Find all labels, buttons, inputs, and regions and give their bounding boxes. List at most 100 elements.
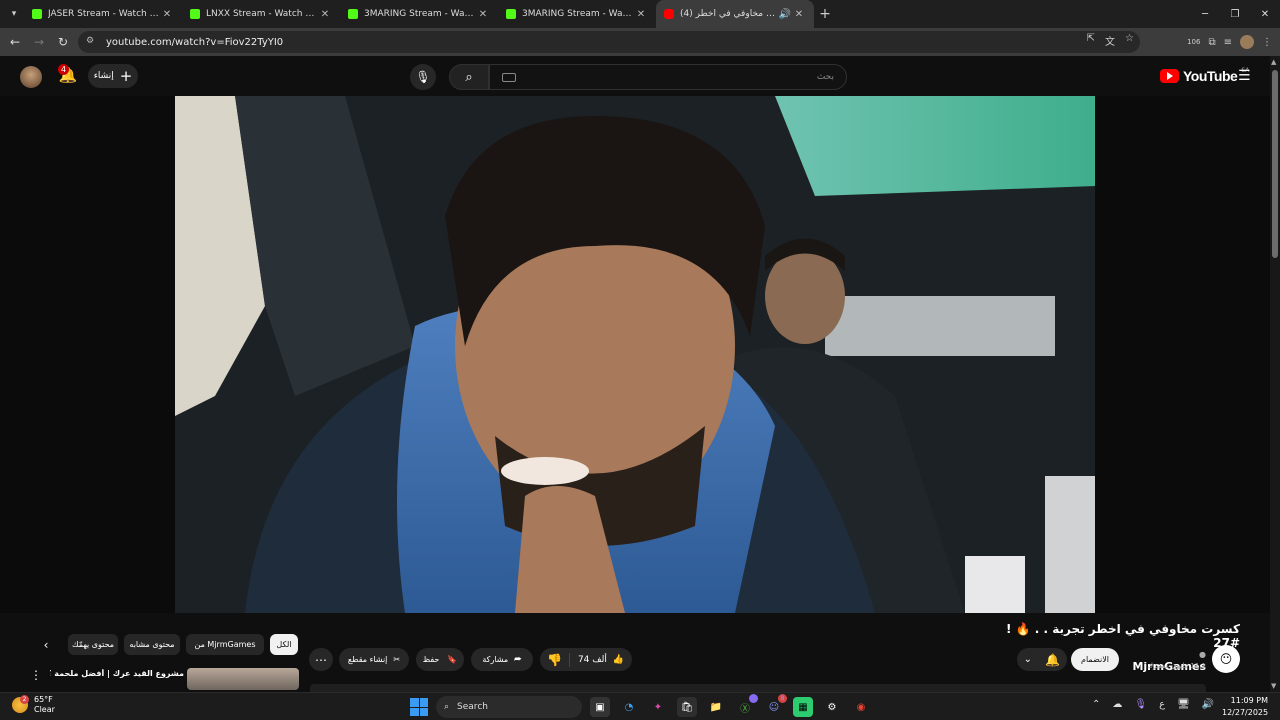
scroll-up-icon[interactable]: ▲ — [1271, 58, 1276, 66]
video-player[interactable] — [0, 96, 1270, 613]
keyboard-icon[interactable] — [502, 72, 516, 82]
network-icon[interactable]: 🖥 — [1177, 699, 1190, 710]
scrollbar-thumb[interactable] — [1272, 70, 1278, 258]
tab-audio-icon[interactable]: 🔊 — [778, 9, 792, 20]
tab-close-icon[interactable]: ✕ — [160, 9, 174, 20]
recommended-title: مشروع القيد عرك | أفضل ملحمة ؟ 🤬 #2 — [50, 669, 184, 678]
onedrive-cloud-icon[interactable]: ☁ — [1112, 699, 1122, 710]
scroll-down-icon[interactable]: ▼ — [1271, 682, 1276, 690]
tab-title: JASER Stream - Watch Live on K — [48, 9, 160, 19]
recommended-thumbnail[interactable] — [187, 668, 299, 690]
video-frame-image — [175, 96, 1095, 613]
extensions-puzzle-icon[interactable]: ⧉ — [1208, 37, 1215, 48]
tab-close-icon[interactable]: ✕ — [792, 9, 806, 20]
xbox-icon[interactable]: Ⓧ 1 — [735, 694, 758, 717]
reading-list-icon[interactable]: ≡ — [1224, 37, 1232, 48]
kick-icon — [190, 9, 200, 19]
edge-icon[interactable]: ◔ — [619, 697, 639, 717]
bookmark-icon: 🔖 — [447, 655, 458, 664]
join-button[interactable]: الانضمام — [1071, 648, 1119, 671]
tab-close-icon[interactable]: ✕ — [634, 9, 648, 20]
youtube-masthead: 🔔 4 إنشاء + 🎙 ⌕ بحث YouTube SA ☰ — [0, 56, 1270, 96]
profile-avatar[interactable] — [1240, 35, 1254, 49]
forward-arrow-icon[interactable]: → — [27, 30, 51, 54]
tab-title: LNXX Stream - Watch Live on K — [206, 9, 318, 19]
channel-avatar[interactable]: 😶 — [1212, 645, 1240, 673]
tab-close-icon[interactable]: ✕ — [476, 9, 490, 20]
close-window-icon[interactable]: ✕ — [1250, 0, 1280, 28]
browser-tab[interactable]: 3MARING Stream - Watch Live ✕ — [340, 0, 498, 28]
tab-search-chevron-icon[interactable]: ▾ — [4, 4, 24, 24]
browser-tab[interactable]: JASER Stream - Watch Live on K ✕ — [24, 0, 182, 28]
account-avatar[interactable] — [20, 66, 42, 88]
maximize-icon[interactable]: ❐ — [1220, 0, 1250, 28]
bookmark-star-icon[interactable]: ☆ — [1125, 33, 1134, 48]
video-title: كسرت مخاوفي في اخطر تجربة . . 🔥 ! #27 — [1005, 622, 1240, 650]
volume-icon[interactable]: 🔊 — [1202, 699, 1214, 710]
extension-badge-icon[interactable]: 106 — [1187, 38, 1200, 46]
dislike-button[interactable]: 👎 — [540, 652, 570, 667]
like-dislike-group: 👎 74 ألف 👍 — [540, 648, 632, 671]
address-bar[interactable]: ⚙ youtube.com/watch?v=Fiov22TyYI0 — [78, 31, 1140, 53]
video-frame[interactable] — [175, 96, 1095, 613]
chevron-left-icon[interactable]: ‹ — [36, 634, 56, 655]
language-indicator[interactable]: ع — [1159, 699, 1165, 710]
share-button[interactable]: مشاركة ⮫ — [471, 648, 533, 671]
chrome-icon[interactable]: ◉ — [851, 697, 871, 717]
tab-close-icon[interactable]: ✕ — [318, 9, 332, 20]
guide-menu-icon[interactable]: ☰ — [1238, 68, 1252, 84]
kick-icon — [348, 9, 358, 19]
save-label: حفظ — [422, 655, 440, 664]
copilot-icon[interactable]: ✦ — [648, 697, 668, 717]
task-view-icon[interactable]: ▣ — [590, 697, 610, 717]
discord-icon[interactable]: ☺ 8 — [764, 694, 787, 717]
chip-related[interactable]: محتوى مشابه — [124, 634, 180, 655]
youtube-play-icon — [1160, 69, 1179, 83]
settings-icon[interactable]: ⚙ — [822, 697, 842, 717]
reload-icon[interactable]: ↻ — [51, 30, 75, 54]
site-info-icon[interactable]: ⚙ — [86, 36, 98, 48]
back-arrow-icon[interactable]: ← — [3, 30, 27, 54]
plus-icon: + — [119, 67, 133, 85]
minimize-icon[interactable]: ─ — [1190, 0, 1220, 28]
browser-tab-active[interactable]: (4) كسرت مخاوفي في اخطر 🔊 ✕ — [656, 0, 814, 28]
browser-tab[interactable]: 3MARING Stream - Watch Live ✕ — [498, 0, 656, 28]
more-actions-icon[interactable]: ⋯ — [309, 648, 333, 671]
android-app-icon[interactable]: ▦ — [793, 697, 813, 717]
create-button[interactable]: إنشاء + — [88, 64, 138, 88]
file-explorer-icon[interactable]: 📁 — [706, 697, 726, 717]
chip-for-you[interactable]: محتوى يهمّك — [68, 634, 118, 655]
voice-search-mic-icon[interactable]: 🎙 — [410, 64, 436, 90]
save-button[interactable]: حفظ 🔖 — [416, 648, 464, 671]
store-icon[interactable]: 🛍 — [677, 697, 697, 717]
subscribed-button[interactable]: ⌄ 🔔 — [1017, 648, 1067, 671]
translate-icon[interactable]: 文 — [1105, 33, 1115, 48]
new-tab-button[interactable]: + — [814, 6, 836, 22]
install-app-icon[interactable]: ⇱ — [1087, 33, 1095, 48]
like-button[interactable]: 74 ألف 👍 — [570, 655, 632, 665]
notifications-badge: 4 — [58, 64, 69, 75]
taskbar-search[interactable]: ⌕ Search — [436, 696, 582, 718]
recommended-video[interactable]: ⋮ مشروع القيد عرك | أفضل ملحمة ؟ 🤬 #2 — [30, 664, 300, 690]
thumbs-up-icon: 👍 — [612, 654, 625, 665]
tab-title: 3MARING Stream - Watch Live — [364, 9, 476, 19]
page-scrollbar[interactable]: ▲ ▼ — [1270, 56, 1280, 692]
tray-chevron-up-icon[interactable]: ⌃ — [1092, 699, 1100, 710]
microphone-icon[interactable]: 🎙 — [1134, 699, 1147, 710]
youtube-logo[interactable]: YouTube SA — [1160, 67, 1249, 84]
system-clock[interactable]: 11:09 PM 12/27/2025 — [1222, 695, 1268, 719]
chip-from-channel[interactable]: من MjrmGames — [186, 634, 264, 655]
windows-start-icon[interactable] — [410, 698, 428, 716]
description-box[interactable] — [310, 684, 1206, 692]
search-placeholder: بحث — [816, 72, 834, 82]
browser-tab[interactable]: LNXX Stream - Watch Live on K ✕ — [182, 0, 340, 28]
search-button[interactable]: ⌕ — [449, 64, 489, 90]
chip-all[interactable]: الكل — [270, 634, 298, 655]
chrome-menu-icon[interactable]: ⋮ — [1262, 37, 1272, 48]
weather-sun-icon: 2 — [12, 695, 29, 713]
search-input[interactable]: بحث — [489, 64, 847, 90]
more-vert-icon[interactable]: ⋮ — [30, 668, 42, 682]
weather-widget[interactable]: 2 65°F Clear — [12, 695, 55, 715]
clip-button[interactable]: إنشاء مقطع ✂ — [339, 648, 409, 671]
discord-badge: 8 — [778, 694, 787, 703]
